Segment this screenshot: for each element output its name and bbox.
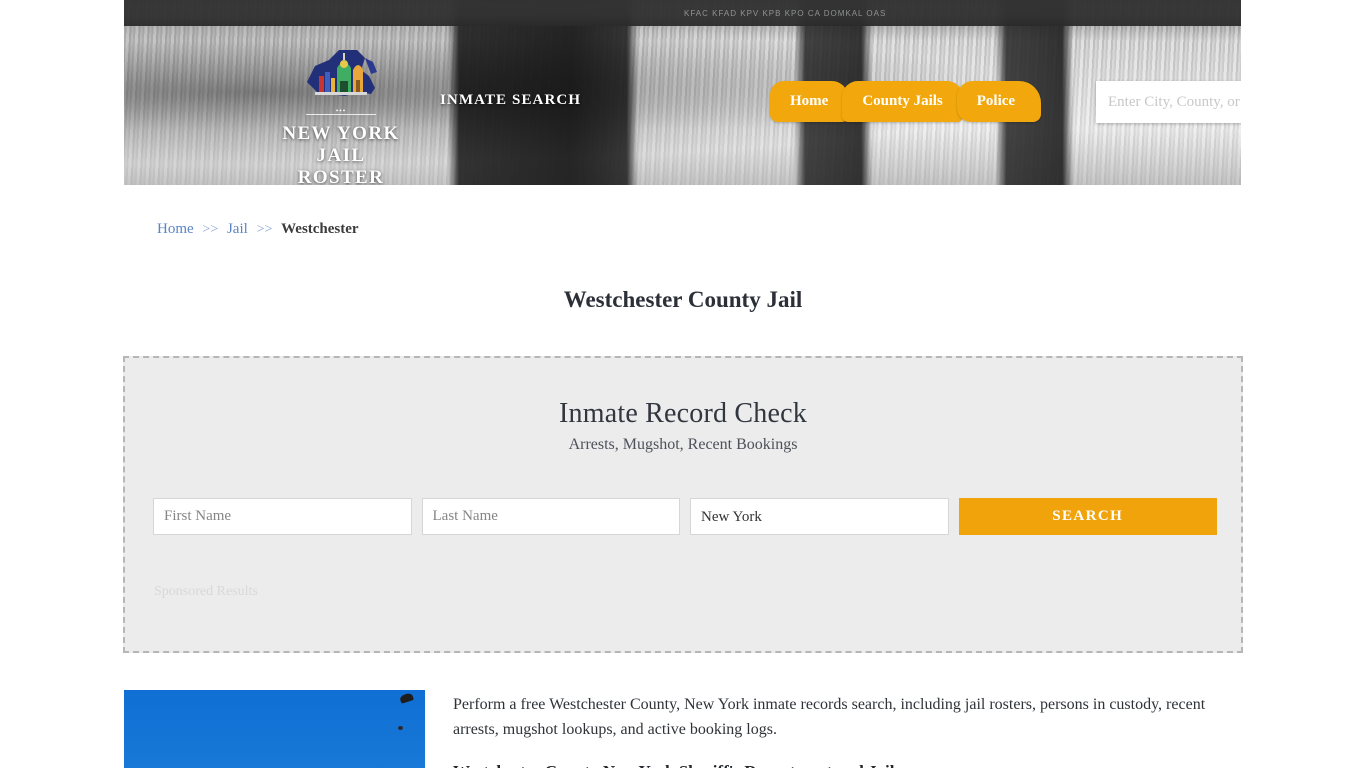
bird-icon-small — [398, 726, 403, 730]
panel-title: Inmate Record Check — [559, 398, 807, 429]
inmate-record-check-panel: Inmate Record Check Arrests, Mugshot, Re… — [123, 356, 1243, 653]
shelf-label-strip: KFAC KFAD KPV KPB KPO CA DOMKAL OAS — [684, 8, 887, 18]
nav-item-county-jails[interactable]: County Jails — [842, 81, 963, 122]
nav-item-home[interactable]: Home — [770, 81, 849, 122]
article-paragraph: Perform a free Westchester County, New Y… — [453, 696, 1206, 738]
breadcrumb: Home >> Jail >> Westchester — [157, 221, 359, 238]
article-section: Perform a free Westchester County, New Y… — [124, 690, 1242, 768]
panel-subtitle: Arrests, Mugshot, Recent Bookings — [568, 436, 798, 453]
inmate-search-form: New York SEARCH — [153, 498, 1217, 535]
article-copy: Perform a free Westchester County, New Y… — [453, 690, 1242, 768]
sponsored-results-label: Sponsored Results — [154, 584, 258, 599]
state-select[interactable]: New York — [690, 498, 949, 535]
header-search-input[interactable] — [1096, 81, 1241, 123]
search-button[interactable]: SEARCH — [958, 498, 1217, 535]
logo-text-line1: NEW YORK — [282, 123, 400, 144]
breadcrumb-separator-1: >> — [202, 222, 219, 237]
breadcrumb-link-jail[interactable]: Jail — [227, 221, 248, 237]
page-title: Westchester County Jail — [563, 287, 803, 313]
site-header: KFAC KFAD KPV KPB KPO CA DOMKAL OAS ••• … — [124, 0, 1241, 185]
site-logo[interactable]: NEW YORK JAIL ROSTER — [279, 48, 403, 185]
bird-icon — [399, 692, 414, 704]
breadcrumb-current: Westchester — [281, 221, 359, 237]
nav-item-police[interactable]: Police — [956, 81, 1042, 122]
logo-text-line2: JAIL ROSTER — [297, 145, 385, 185]
breadcrumb-link-home[interactable]: Home — [157, 221, 194, 237]
breadcrumb-separator-2: >> — [256, 222, 273, 237]
article-subheading: Westchester County New York Sheriff's De… — [453, 759, 1242, 768]
new-york-state-capitol-logo-icon — [299, 48, 383, 106]
last-name-input[interactable] — [421, 498, 680, 535]
article-image — [124, 690, 425, 768]
page-root: KFAC KFAD KPV KPB KPO CA DOMKAL OAS ••• … — [0, 0, 1366, 768]
main-navigation: Home County Jails Police — [770, 81, 1042, 122]
header-search-box — [1096, 81, 1241, 123]
first-name-input[interactable] — [153, 498, 412, 535]
site-tagline: INMATE SEARCH — [440, 92, 582, 108]
logo-divider — [306, 110, 376, 119]
